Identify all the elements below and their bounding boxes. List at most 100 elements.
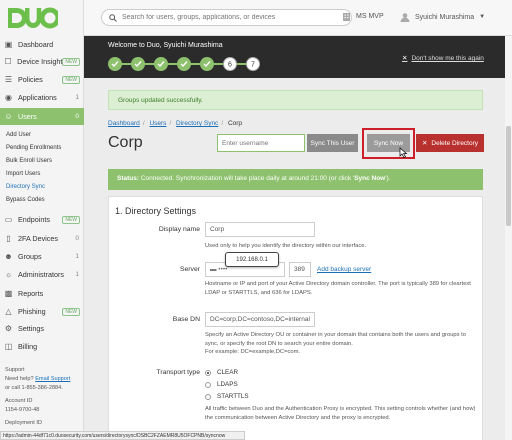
sidebar-item-2fa-devices[interactable]: ▯ 2FA Devices 0 bbox=[0, 230, 84, 247]
support-heading: Support bbox=[5, 367, 25, 373]
base-dn-input[interactable]: DC=corp,DC=contoso,DC=internal bbox=[205, 312, 315, 327]
dashboard-icon: ▣ bbox=[4, 39, 13, 49]
users-subitem-import-users[interactable]: Import Users bbox=[6, 171, 40, 177]
scroll-thumb[interactable] bbox=[506, 126, 511, 226]
transport-ldaps-label: LDAPS bbox=[217, 381, 238, 388]
breadcrumb-directory-sync[interactable]: Directory Sync bbox=[176, 120, 218, 127]
radio-icon bbox=[205, 381, 211, 388]
sidebar-item-groups[interactable]: ☻ Groups 1 bbox=[0, 248, 84, 265]
device-insight-icon: ☐ bbox=[4, 56, 12, 66]
sidebar-item-applications[interactable]: ◉ Applications 1 bbox=[0, 89, 84, 106]
building-icon bbox=[343, 13, 350, 21]
step-complete bbox=[108, 57, 122, 71]
sync-status-banner: Status: Connected. Synchronization will … bbox=[108, 169, 483, 190]
users-icon: ☺ bbox=[4, 111, 13, 121]
delete-directory-button[interactable]: ✕ Delete Directory bbox=[416, 134, 484, 152]
applications-icon: ◉ bbox=[5, 92, 12, 102]
item-count: 1 bbox=[75, 271, 79, 278]
endpoints-icon: ▭ bbox=[4, 214, 13, 224]
sidebar-item-dashboard[interactable]: ▣ Dashboard bbox=[0, 36, 84, 53]
groups-icon: ☻ bbox=[4, 251, 13, 261]
add-backup-server-link[interactable]: Add backup server bbox=[317, 266, 371, 273]
top-bar: MS MVP Syuichi Murashima ▼ bbox=[84, 0, 512, 36]
user-menu[interactable]: Syuichi Murashima ▼ bbox=[400, 12, 485, 22]
users-subitem-add-user[interactable]: Add User bbox=[6, 132, 31, 138]
sidebar-item-administrators[interactable]: ☼ Administrators 1 bbox=[0, 266, 84, 283]
step-pending: 7 bbox=[246, 57, 260, 71]
display-name-input[interactable]: Corp bbox=[205, 222, 315, 237]
sidebar-item-label: Administrators bbox=[18, 270, 64, 279]
status-url: https://admin-44df71c0.duosecurity.com/u… bbox=[0, 431, 245, 440]
transport-help: All traffic between Duo and the Authenti… bbox=[205, 406, 476, 421]
onboarding-steps: 67 bbox=[108, 57, 260, 71]
welcome-banner: Welcome to Duo, Syuichi Murashima 67 ✕ Do… bbox=[84, 36, 512, 78]
global-search[interactable] bbox=[101, 9, 352, 26]
new-badge: NEW bbox=[62, 57, 80, 66]
username-input[interactable] bbox=[217, 134, 305, 152]
transport-type-label: Transport type bbox=[156, 369, 200, 376]
transport-starttls-label: STARTTLS bbox=[217, 393, 249, 400]
main-content: Groups updated successfully. Dashboard / … bbox=[100, 78, 496, 440]
scrollbar[interactable] bbox=[505, 36, 512, 440]
sidebar-item-label: Endpoints bbox=[18, 215, 50, 224]
account-id-label: Account ID bbox=[5, 398, 33, 404]
sidebar-item-label: Device Insight bbox=[17, 57, 63, 66]
masked-host: ▬ •••• bbox=[210, 266, 228, 273]
item-count: 0 bbox=[75, 235, 79, 242]
2fa-devices-icon: ▯ bbox=[6, 233, 11, 243]
search-input[interactable] bbox=[122, 14, 342, 21]
users-subitem-bulk-enroll-users[interactable]: Bulk Enroll Users bbox=[6, 158, 52, 164]
need-help-text: Need help? bbox=[5, 376, 34, 382]
sidebar-item-label: Settings bbox=[18, 324, 44, 333]
transport-starttls-radio[interactable]: STARTTLS bbox=[205, 393, 249, 400]
step-complete bbox=[177, 57, 191, 71]
radio-icon bbox=[205, 393, 211, 400]
server-port-input[interactable]: 389 bbox=[289, 262, 311, 277]
status-end: '). bbox=[385, 175, 391, 182]
sidebar-item-label: Users bbox=[18, 112, 37, 121]
status-sync-now: Sync Now bbox=[354, 175, 386, 182]
account-id-value: 1154-9700-48 bbox=[5, 407, 40, 413]
users-subitem-pending-enrollments[interactable]: Pending Enrollments bbox=[6, 145, 61, 151]
dont-show-text: Don't show me this again bbox=[411, 55, 484, 62]
policies-icon: ☰ bbox=[4, 74, 13, 84]
display-name-help: Used only to help you identify the direc… bbox=[205, 243, 367, 249]
deployment-id-label: Deployment ID bbox=[5, 420, 42, 426]
user-name: Syuichi Murashima bbox=[415, 13, 475, 21]
breadcrumb-dashboard[interactable]: Dashboard bbox=[108, 120, 140, 127]
sidebar-item-device-insight[interactable]: ☐ Device Insight NEW bbox=[0, 53, 84, 70]
sidebar-item-settings[interactable]: ⚙ Settings bbox=[0, 320, 84, 337]
duo-logo[interactable] bbox=[8, 6, 58, 30]
sidebar-item-endpoints[interactable]: ▭ Endpoints NEW bbox=[0, 211, 84, 228]
item-count: 1 bbox=[75, 253, 79, 260]
sidebar-item-label: Dashboard bbox=[18, 40, 54, 49]
status-text: Connected. Synchronization will take pla… bbox=[139, 175, 355, 182]
item-count: 1 bbox=[75, 94, 79, 101]
mvp-label: MS MVP bbox=[342, 12, 384, 21]
step-complete bbox=[200, 57, 214, 71]
step-complete bbox=[131, 57, 145, 71]
close-icon: ✕ bbox=[402, 55, 408, 62]
transport-clear-radio[interactable]: CLEAR bbox=[205, 369, 238, 376]
sidebar-item-phishing[interactable]: △ Phishing NEW bbox=[0, 303, 84, 320]
email-support-link[interactable]: Email Support bbox=[35, 376, 70, 382]
user-avatar-icon bbox=[400, 13, 410, 22]
sync-this-user-button[interactable]: Sync This User bbox=[307, 134, 358, 152]
sidebar-item-reports[interactable]: ▩ Reports bbox=[0, 285, 84, 302]
breadcrumb-current: Corp bbox=[227, 120, 243, 127]
dont-show-link[interactable]: ✕ Don't show me this again bbox=[402, 54, 484, 62]
sidebar-item-policies[interactable]: ☰ Policies NEW bbox=[0, 71, 84, 88]
reports-icon: ▩ bbox=[4, 288, 13, 298]
breadcrumb-users[interactable]: Users bbox=[149, 120, 166, 127]
transport-ldaps-radio[interactable]: LDAPS bbox=[205, 381, 238, 388]
sidebar-item-users[interactable]: ☺ Users 0 bbox=[0, 108, 84, 125]
sidebar: ▣ Dashboard ☐ Device Insight NEW ☰ Policies NEW… bbox=[0, 0, 84, 440]
search-icon bbox=[109, 13, 117, 22]
sidebar-item-billing[interactable]: ◫ Billing bbox=[0, 338, 84, 355]
sidebar-item-label: Reports bbox=[18, 289, 44, 298]
phishing-icon: △ bbox=[5, 306, 12, 316]
delete-directory-label: Delete Directory bbox=[431, 139, 479, 147]
users-subitem-directory-sync[interactable]: Directory Sync bbox=[6, 184, 45, 190]
users-subitem-bypass-codes[interactable]: Bypass Codes bbox=[6, 197, 45, 203]
new-badge: NEW bbox=[62, 215, 80, 224]
